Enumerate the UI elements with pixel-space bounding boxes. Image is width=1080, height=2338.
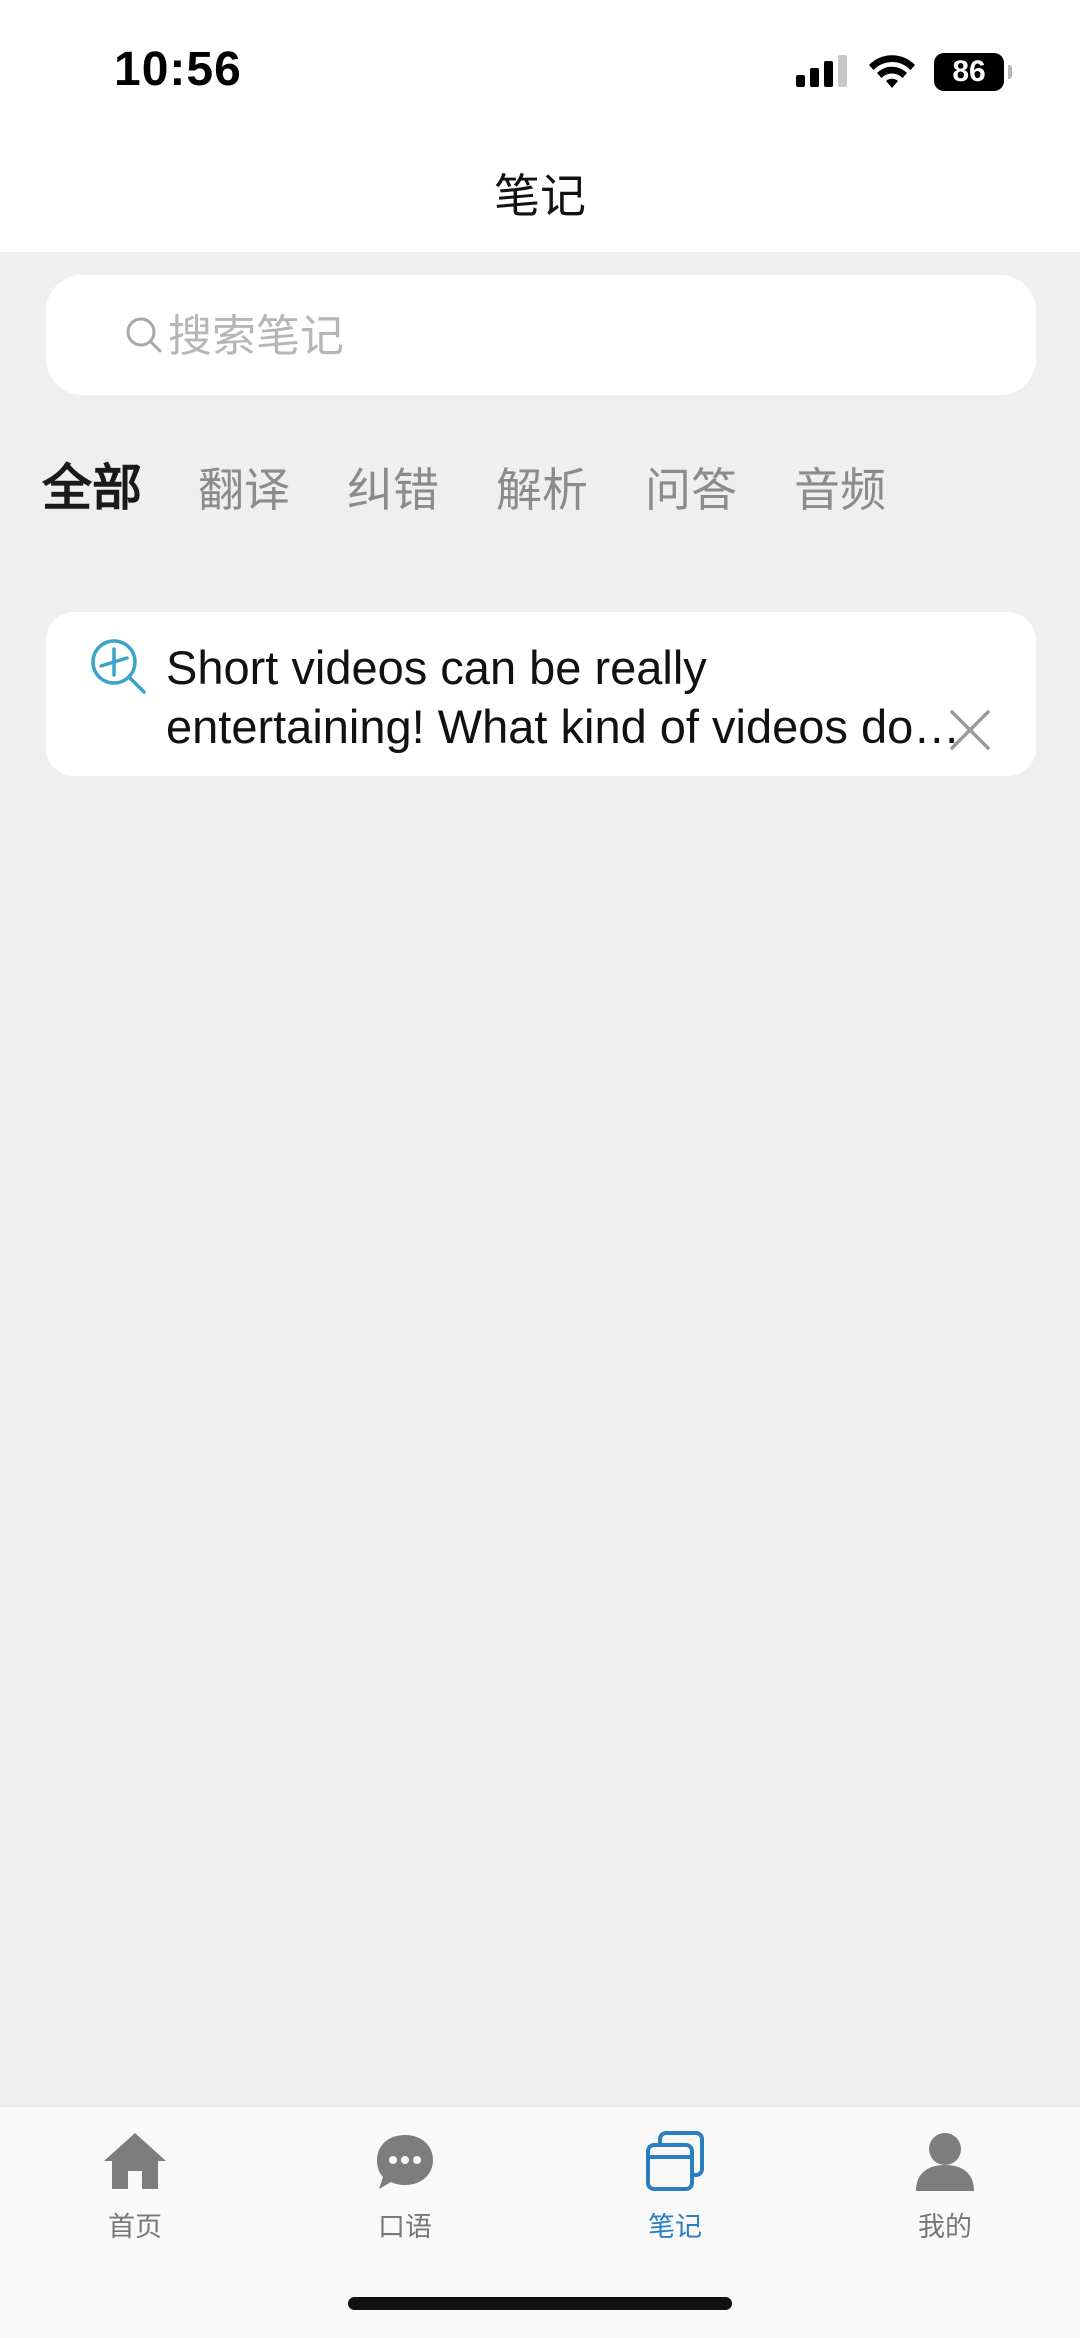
notes-icon xyxy=(646,2131,704,2191)
tab-qa[interactable]: 问答 xyxy=(645,454,737,520)
search-input[interactable] xyxy=(166,275,990,397)
nav-profile[interactable]: 我的 xyxy=(855,2127,1035,2257)
filter-tabs: 全部 翻译 纠错 解析 问答 音频 xyxy=(42,450,943,520)
top-bar: 10:56 86 笔记 xyxy=(0,0,1080,252)
nav-notes[interactable]: 笔记 xyxy=(585,2127,765,2257)
wifi-icon xyxy=(869,55,915,88)
profile-icon xyxy=(916,2133,974,2191)
nav-home-label: 首页 xyxy=(108,2212,162,2243)
tab-all[interactable]: 全部 xyxy=(42,448,142,520)
battery-icon: 86 xyxy=(934,53,1012,91)
tab-analysis[interactable]: 解析 xyxy=(496,454,588,520)
chat-bubble-icon xyxy=(377,2135,433,2189)
nav-profile-label: 我的 xyxy=(918,2212,972,2243)
home-icon xyxy=(104,2133,166,2189)
note-card[interactable]: Short videos can be really entertaining!… xyxy=(46,612,1036,776)
analysis-magnifier-icon xyxy=(91,639,146,694)
status-time: 10:56 xyxy=(114,43,242,96)
search-icon xyxy=(126,317,162,353)
nav-speaking-label: 口语 xyxy=(378,2212,432,2243)
close-icon[interactable] xyxy=(948,708,992,752)
nav-notes-label: 笔记 xyxy=(648,2212,702,2243)
tab-audio[interactable]: 音频 xyxy=(794,454,886,520)
nav-home[interactable]: 首页 xyxy=(45,2127,225,2257)
search-bar[interactable] xyxy=(46,275,1036,397)
page-title: 笔记 xyxy=(494,169,586,223)
status-icons: 86 xyxy=(796,50,1012,94)
tab-translation[interactable]: 翻译 xyxy=(198,454,290,520)
cellular-signal-icon xyxy=(796,55,847,87)
nav-speaking[interactable]: 口语 xyxy=(315,2127,495,2257)
note-text: Short videos can be really entertaining!… xyxy=(166,641,914,753)
tab-correction[interactable]: 纠错 xyxy=(347,454,439,520)
home-indicator[interactable] xyxy=(348,2297,732,2310)
